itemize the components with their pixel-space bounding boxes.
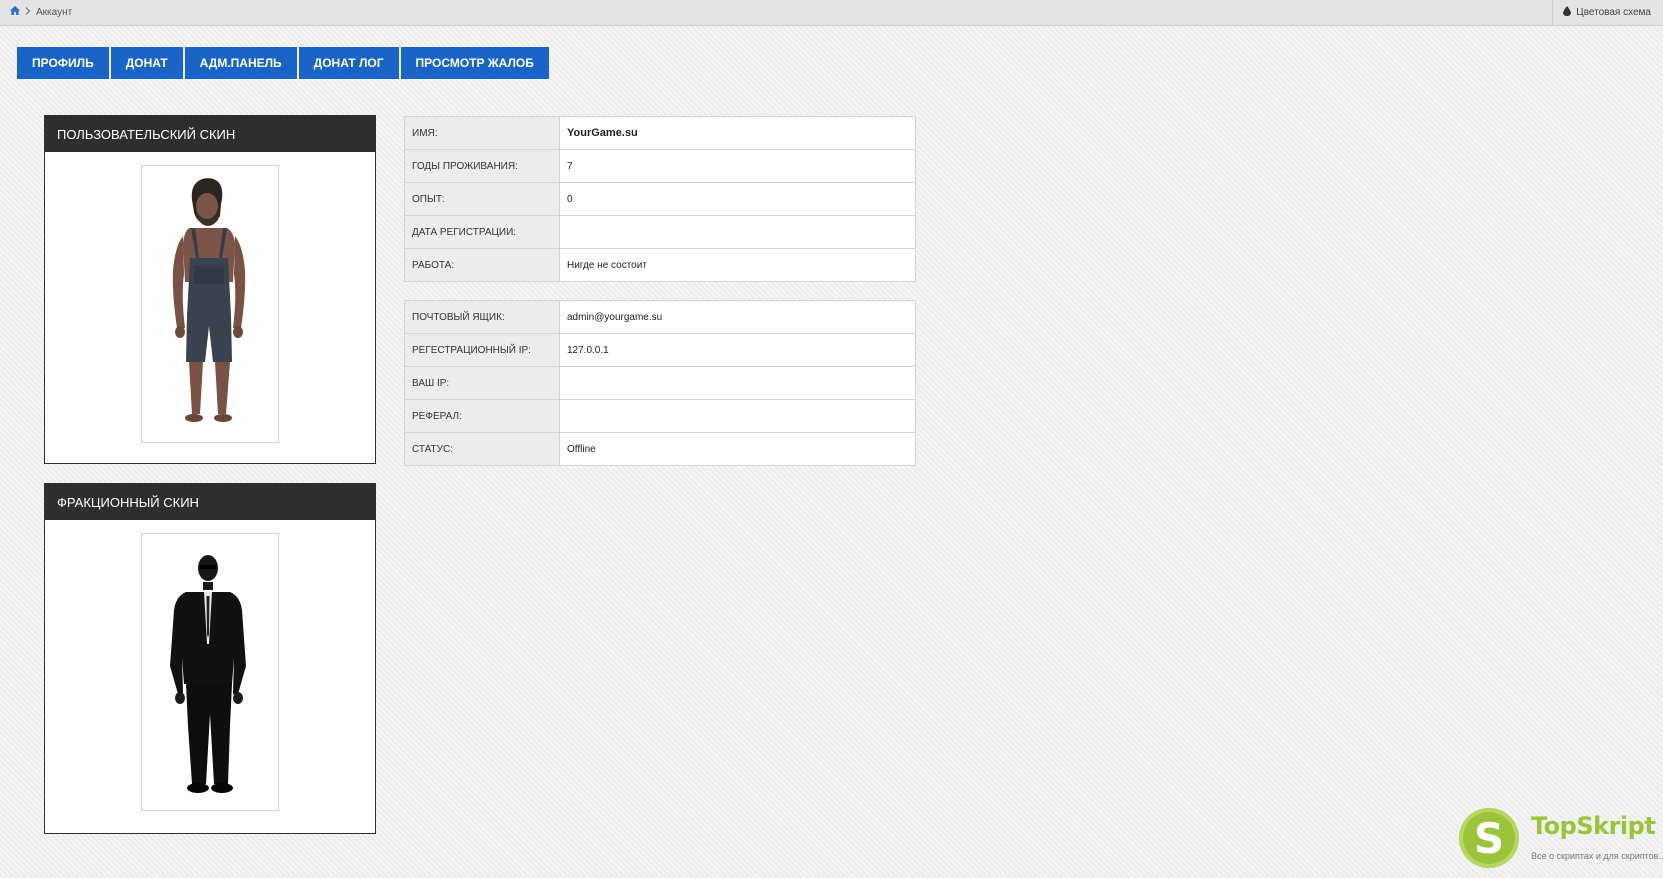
years-label: ГОДЫ ПРОЖИВАНИЯ: [404,149,560,183]
color-scheme-button[interactable]: Цветовая схема [1552,0,1663,25]
table-row: РАБОТА: Нигде не состоит [404,248,916,282]
job-label: РАБОТА: [404,248,560,282]
faction-skin-image [141,533,279,811]
user-skin-panel: ПОЛЬЗОВАТЕЛЬСКИЙ СКИН [44,115,376,464]
table-row: ГОДЫ ПРОЖИВАНИЯ: 7 [404,149,916,183]
name-label: ИМЯ: [404,116,560,150]
email-label: ПОЧТОВЫЙ ЯЩИК: [404,300,560,334]
table-row: ИМЯ: YourGame.su [404,116,916,150]
nav-donate-log-button[interactable]: ДОНАТ ЛОГ [298,47,399,79]
nav-complaints-button[interactable]: ПРОСМОТР ЖАЛОБ [400,47,549,79]
job-value: Нигде не состоит [559,248,916,282]
email-value: admin@yourgame.su [559,300,916,334]
chevron-right-icon [25,6,31,18]
your-ip-value [559,366,916,400]
table-row: ДАТА РЕГИСТРАЦИИ: [404,215,916,249]
user-skin-image [141,165,279,443]
logo-badge: S [1459,808,1519,868]
table-row: ПОЧТОВЫЙ ЯЩИК: admin@yourgame.su [404,300,916,334]
home-icon[interactable] [10,6,20,18]
breadcrumb-current: Аккаунт [36,6,73,18]
experience-label: ОПЫТ: [404,182,560,216]
reg-ip-value: 127.0.0.1 [559,333,916,367]
logo-tagline: Все о скриптах и для скриптов... [1531,851,1663,861]
profile-info-table: ИМЯ: YourGame.su ГОДЫ ПРОЖИВАНИЯ: 7 ОПЫТ… [404,116,916,282]
referral-value [559,399,916,433]
table-row: РЕГЕСТРАЦИОННЫЙ IP: 127.0.0.1 [404,333,916,367]
nav-admin-panel-button[interactable]: АДМ.ПАНЕЛЬ [184,47,297,79]
years-value: 7 [559,149,916,183]
reg-ip-label: РЕГЕСТРАЦИОННЫЙ IP: [404,333,560,367]
table-row: РЕФЕРАЛ: [404,399,916,433]
droplet-icon [1563,6,1572,19]
status-value: Offline [559,432,916,466]
name-value: YourGame.su [559,116,916,150]
status-label: СТАТУС: [404,432,560,466]
table-row: СТАТУС: Offline [404,432,916,466]
experience-value: 0 [559,182,916,216]
nav-donate-button[interactable]: ДОНАТ [110,47,183,79]
top-bar: Аккаунт Цветовая схема [0,0,1663,26]
faction-skin-title: ФРАКЦИОННЫЙ СКИН [45,484,375,520]
table-row: ОПЫТ: 0 [404,182,916,216]
your-ip-label: ВАШ IP: [404,366,560,400]
account-nav: ПРОФИЛЬ ДОНАТ АДМ.ПАНЕЛЬ ДОНАТ ЛОГ ПРОСМ… [17,47,549,79]
color-scheme-label: Цветовая схема [1576,7,1651,18]
user-skin-title: ПОЛЬЗОВАТЕЛЬСКИЙ СКИН [45,116,375,152]
reg-date-value [559,215,916,249]
breadcrumb: Аккаунт [10,6,72,18]
suit-skin-figure [170,555,246,793]
account-info-table: ПОЧТОВЫЙ ЯЩИК: admin@yourgame.su РЕГЕСТР… [404,300,916,466]
hobo-skin-figure [172,178,246,422]
reg-date-label: ДАТА РЕГИСТРАЦИИ: [404,215,560,249]
faction-skin-panel: ФРАКЦИОННЫЙ СКИН [44,483,376,834]
referral-label: РЕФЕРАЛ: [404,399,560,433]
table-row: ВАШ IP: [404,366,916,400]
nav-profile-button[interactable]: ПРОФИЛЬ [17,47,109,79]
logo-name: TopSkript [1531,812,1656,840]
